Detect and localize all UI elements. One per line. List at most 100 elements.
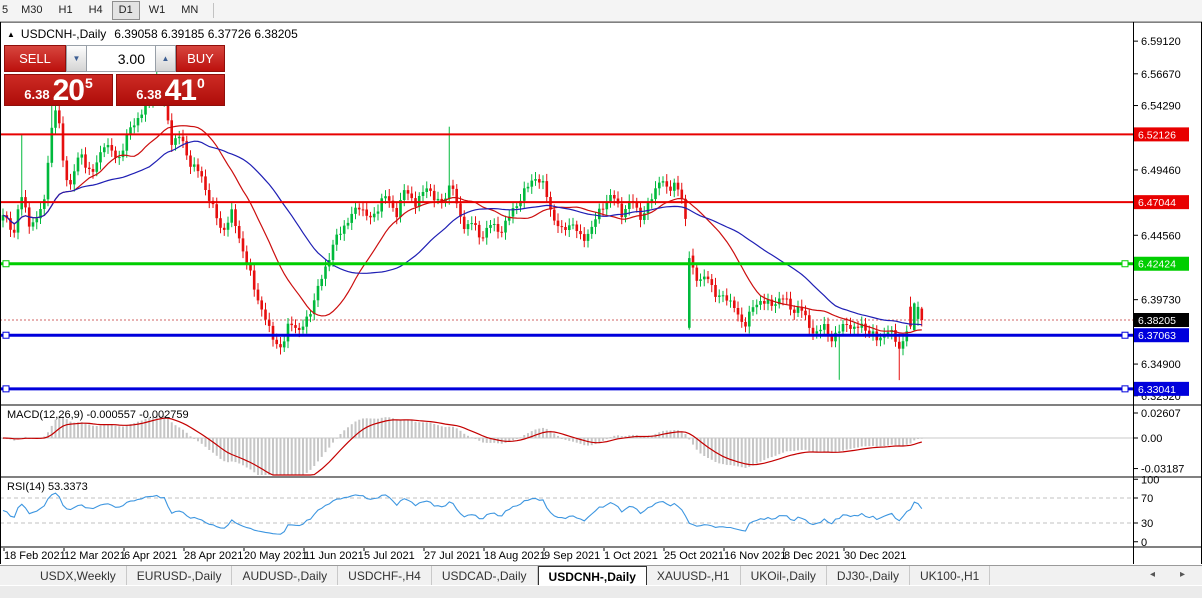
candle-body	[759, 301, 762, 305]
timeframe-button-w1[interactable]: W1	[142, 1, 173, 20]
candle-body	[691, 255, 695, 268]
candle-body	[549, 197, 552, 210]
sell-price-box[interactable]: 6.38 20 5	[4, 74, 113, 106]
level-handle[interactable]	[1121, 331, 1129, 339]
date-label: 20 May 2021	[244, 550, 308, 562]
tab-ukoil-daily[interactable]: UKOil-,Daily	[741, 566, 827, 585]
candle-body	[785, 298, 789, 300]
tab-uk100-h1[interactable]: UK100-,H1	[910, 566, 991, 585]
candle-body	[73, 171, 76, 185]
candle-body	[88, 167, 91, 169]
symbol-title: USDCNH-,Daily	[20, 27, 107, 41]
rsi-tick-label: 70	[1141, 493, 1153, 505]
timeframe-button-mn[interactable]: MN	[174, 1, 205, 20]
candle-body	[871, 331, 875, 334]
timeframe-button-5[interactable]: 5	[0, 1, 12, 20]
candle-body	[103, 147, 106, 153]
timeframe-button-h1[interactable]: H1	[52, 1, 80, 20]
candle-body	[230, 209, 233, 223]
candle-body	[523, 188, 526, 201]
candle-body	[823, 324, 826, 330]
candle-body	[50, 127, 54, 163]
tab-xauusd-h1[interactable]: XAUUSD-,H1	[647, 566, 741, 585]
rsi-tick-label: 30	[1141, 518, 1153, 530]
volume-input[interactable]	[87, 45, 155, 72]
level-handle[interactable]	[1121, 260, 1129, 268]
candle-body	[451, 185, 455, 189]
volume-increase-icon[interactable]: ▲	[155, 45, 176, 72]
date-label: 1 Oct 2021	[604, 550, 658, 562]
candle-body	[256, 289, 260, 301]
collapse-panel-icon[interactable]: ▲	[7, 30, 15, 39]
candle-body	[192, 164, 196, 167]
tab-usdchf-h4[interactable]: USDCHF-,H4	[338, 566, 432, 585]
tab-usdcnh-daily[interactable]: USDCNH-,Daily	[537, 566, 647, 585]
candle-body	[579, 231, 582, 235]
price-tick-label: 6.49460	[1141, 165, 1181, 177]
date-label: 18 Feb 2021	[4, 550, 66, 562]
tab-scroll-right-icon[interactable]: ▸	[1180, 569, 1185, 580]
price-axis: 6.59120 6.56670 6.54290 6.49460 6.44560 6.397…	[1133, 36, 1189, 549]
svg-text:6.47044: 6.47044	[1138, 197, 1176, 209]
ma-slow-line	[2, 140, 922, 326]
candle-body	[545, 181, 549, 197]
volume-decrease-icon[interactable]: ▼	[66, 45, 87, 72]
candle-body	[20, 197, 23, 210]
candle-body	[189, 155, 192, 167]
candle-body	[819, 329, 822, 332]
timeframe-button-d1[interactable]: D1	[111, 1, 140, 20]
candle-body	[586, 233, 590, 241]
candle-body	[369, 215, 372, 218]
buy-price-box[interactable]: 6.38 41 0	[116, 74, 225, 106]
one-click-trading-panel: SELL ▼ ▲ BUY 6.38 20 5 6.38 41 0	[4, 45, 225, 106]
candle-body	[676, 182, 680, 190]
candle-body	[541, 181, 545, 183]
candle-body	[703, 276, 706, 280]
sell-button[interactable]: SELL	[4, 45, 66, 72]
tab-audusd-daily[interactable]: AUDUSD-,Daily	[232, 566, 339, 585]
candle-body	[402, 190, 406, 200]
level-handle[interactable]	[2, 331, 10, 339]
level-handle[interactable]	[2, 385, 10, 393]
candle-body	[590, 226, 594, 234]
candle-body	[789, 298, 792, 310]
candle-body	[380, 198, 383, 212]
candle-body	[710, 279, 714, 285]
toolbar-separator	[213, 3, 215, 18]
candle-body	[901, 341, 905, 349]
candle-body	[920, 308, 924, 320]
candle-body	[181, 136, 185, 142]
candle-body	[316, 285, 320, 301]
candle-body	[763, 301, 766, 304]
tab-dj30-daily[interactable]: DJ30-,Daily	[827, 566, 910, 585]
date-label: 11 Jun 2021	[304, 550, 364, 562]
tab-usdx-weekly[interactable]: USDX,Weekly	[30, 566, 127, 585]
candle-body	[69, 180, 72, 185]
candle-body	[58, 110, 61, 124]
level-handle[interactable]	[2, 260, 10, 268]
tab-scroll-left-icon[interactable]: ◂	[1150, 569, 1155, 580]
candle-body	[605, 202, 609, 210]
svg-text:6.37063: 6.37063	[1138, 330, 1176, 342]
candle-body	[136, 118, 140, 126]
timeframe-button-h4[interactable]: H4	[82, 1, 110, 20]
candle-body	[324, 266, 327, 279]
candle-body	[556, 220, 560, 227]
candle-body	[80, 154, 84, 158]
candle-body	[815, 331, 819, 334]
tab-eurusd-daily[interactable]: EURUSD-,Daily	[127, 566, 233, 585]
candle-body	[661, 181, 665, 183]
timeframe-button-m30[interactable]: M30	[14, 1, 49, 20]
buy-button[interactable]: BUY	[176, 45, 225, 72]
candle-body	[624, 209, 627, 218]
candle-body	[200, 171, 203, 177]
candle-body	[500, 231, 503, 233]
candle-body	[538, 179, 541, 183]
candle-body	[432, 190, 436, 201]
rsi-line	[2, 492, 923, 535]
level-handle[interactable]	[1121, 385, 1129, 393]
chart-tab-bar: USDX,Weekly EURUSD-,Daily AUDUSD-,Daily USD…	[0, 565, 1202, 585]
tab-usdcad-daily[interactable]: USDCAD-,Daily	[432, 566, 538, 585]
candle-body	[665, 181, 669, 187]
candle-body	[395, 208, 398, 218]
